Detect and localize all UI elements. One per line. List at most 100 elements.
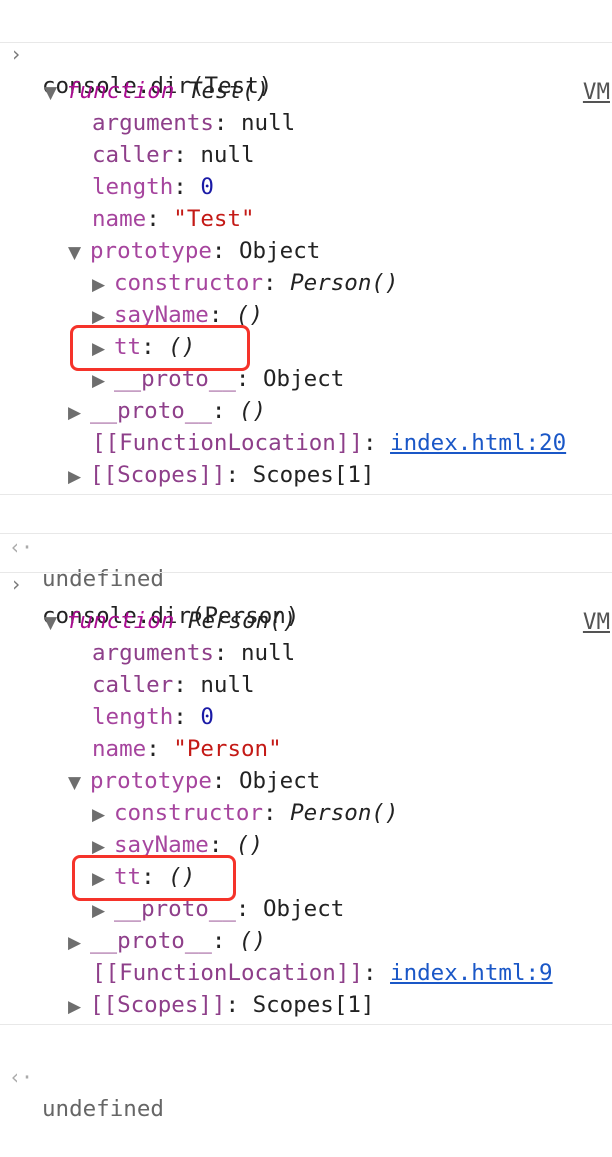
colon: :: [213, 110, 242, 136]
property-scopes[interactable]: ▶ [[Scopes]]: Scopes[1]: [68, 989, 612, 1021]
separator: [0, 42, 612, 43]
property-key: constructor: [114, 270, 264, 296]
property-arguments: arguments: null: [92, 107, 612, 139]
colon: :: [225, 462, 253, 488]
property-value: Scopes[1]: [252, 462, 375, 488]
console-result-line: ‹· undefined: [0, 1029, 612, 1122]
colon: :: [211, 768, 240, 794]
property-caller: caller: null: [92, 669, 612, 701]
function-name: Test(): [187, 78, 270, 104]
property-key: arguments: [92, 640, 214, 666]
source-location-link[interactable]: index.html:20: [390, 430, 566, 456]
function-header[interactable]: ▼ function Test(): [44, 75, 612, 107]
property-name: name: "Test": [92, 203, 612, 235]
colon: :: [211, 238, 240, 264]
colon: :: [211, 928, 240, 954]
property-value: "Person": [173, 736, 282, 762]
property-constructor[interactable]: ▶ constructor: Person(): [92, 267, 612, 299]
function-header[interactable]: ▼ function Person(): [44, 605, 612, 637]
property-key: constructor: [114, 800, 264, 826]
property-value: Person(): [290, 270, 399, 296]
highlight-annotation-box: [70, 325, 250, 371]
property-value: "Test": [173, 206, 255, 232]
property-function-location: [[FunctionLocation]]: index.html:20: [92, 427, 612, 459]
property-key: prototype: [90, 238, 212, 264]
source-location-link[interactable]: index.html:9: [390, 960, 553, 986]
source-row: VM: [0, 574, 612, 635]
property-prototype[interactable]: ▼ prototype: Object: [68, 235, 612, 267]
property-key: name: [92, 206, 147, 232]
property-proto-outer[interactable]: ▶ __proto__: (): [68, 395, 612, 427]
property-key: length: [92, 174, 174, 200]
property-key: __proto__: [90, 398, 212, 424]
colon: :: [263, 270, 291, 296]
property-value: 0: [200, 174, 214, 200]
property-length: length: 0: [92, 701, 612, 733]
function-keyword: function: [66, 78, 175, 104]
colon: :: [362, 430, 391, 456]
property-caller: caller: null: [92, 139, 612, 171]
property-key: [[FunctionLocation]]: [92, 960, 363, 986]
property-value: 0: [200, 704, 214, 730]
property-key: prototype: [90, 768, 212, 794]
colon: :: [173, 704, 201, 730]
property-arguments: arguments: null: [92, 637, 612, 669]
property-key: __proto__: [90, 928, 212, 954]
property-key: caller: [92, 672, 174, 698]
expand-triangle-icon[interactable]: ▼: [68, 237, 90, 269]
collapse-triangle-icon[interactable]: ▶: [68, 397, 90, 429]
property-value: null: [200, 672, 255, 698]
property-proto-outer[interactable]: ▶ __proto__: (): [68, 925, 612, 957]
property-value: Object: [263, 366, 345, 392]
property-length: length: 0: [92, 171, 612, 203]
colon: :: [225, 992, 253, 1018]
property-value: (): [235, 832, 264, 858]
property-value: null: [200, 142, 255, 168]
property-key: caller: [92, 142, 174, 168]
highlight-annotation-box: [72, 855, 236, 901]
property-constructor[interactable]: ▶ constructor: Person(): [92, 797, 612, 829]
colon: :: [211, 398, 240, 424]
console-input-line[interactable]: › console.dir(Person): [0, 536, 612, 629]
colon: :: [263, 800, 291, 826]
separator: [0, 572, 612, 573]
property-key: name: [92, 736, 147, 762]
property-key: length: [92, 704, 174, 730]
separator: [0, 494, 612, 495]
property-key: [[Scopes]]: [90, 992, 226, 1018]
expand-triangle-icon[interactable]: ▼: [44, 607, 66, 639]
property-name: name: "Person": [92, 733, 612, 765]
property-key: arguments: [92, 110, 214, 136]
property-value: Person(): [290, 800, 399, 826]
property-scopes[interactable]: ▶ [[Scopes]]: Scopes[1]: [68, 459, 612, 491]
property-value: Object: [263, 896, 345, 922]
colon: :: [235, 896, 264, 922]
property-value: null: [241, 110, 296, 136]
collapse-triangle-icon[interactable]: ▶: [92, 799, 114, 831]
property-key: [[FunctionLocation]]: [92, 430, 363, 456]
separator: [0, 1024, 612, 1025]
property-value: null: [241, 640, 296, 666]
collapse-triangle-icon[interactable]: ▶: [68, 461, 90, 493]
console-input-line[interactable]: › console.dir(Test): [0, 6, 612, 99]
result-value: undefined: [42, 1096, 164, 1122]
property-value: Object: [239, 768, 321, 794]
return-arrow-icon: ‹·: [9, 1065, 34, 1089]
collapse-triangle-icon[interactable]: ▶: [68, 991, 90, 1023]
source-row: VM: [0, 44, 612, 105]
expand-triangle-icon[interactable]: ▼: [68, 767, 90, 799]
property-value: (): [239, 398, 267, 424]
property-value: Object: [239, 238, 321, 264]
colon: :: [362, 960, 391, 986]
collapse-triangle-icon[interactable]: ▶: [68, 927, 90, 959]
expand-triangle-icon[interactable]: ▼: [44, 77, 66, 109]
colon: :: [146, 736, 174, 762]
separator: [0, 533, 612, 534]
colon: :: [173, 174, 201, 200]
colon: :: [173, 672, 201, 698]
collapse-triangle-icon[interactable]: ▶: [92, 269, 114, 301]
property-prototype[interactable]: ▼ prototype: Object: [68, 765, 612, 797]
property-value: Scopes[1]: [252, 992, 375, 1018]
colon: :: [173, 142, 201, 168]
function-name: Person(): [187, 608, 297, 634]
